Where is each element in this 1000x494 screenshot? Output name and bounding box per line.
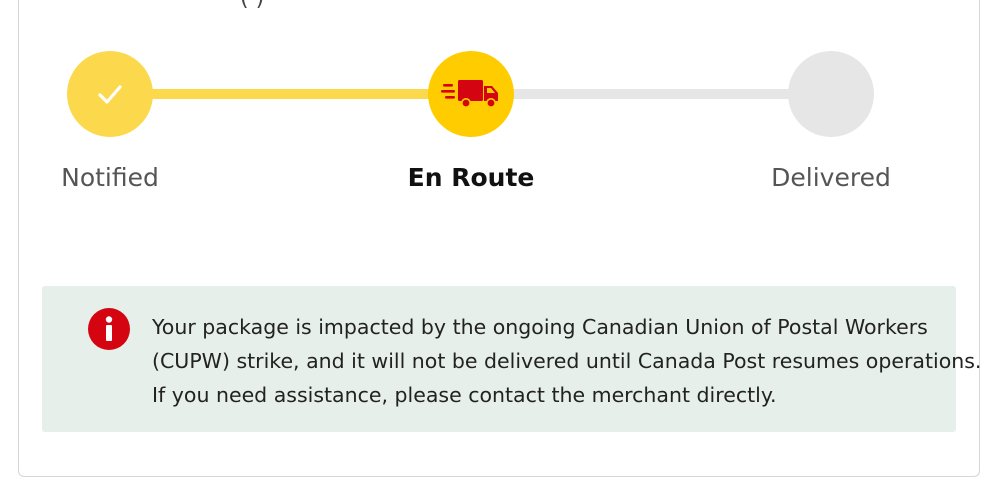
delivery-truck-icon (441, 80, 498, 108)
step-label-en-route: En Route (407, 163, 535, 192)
check-icon (98, 85, 122, 104)
progress-track-completed (110, 89, 472, 99)
step-label-delivered: Delivered (771, 163, 891, 192)
step-label-notified: Notified (61, 163, 159, 192)
progress-track-remaining (472, 89, 832, 99)
delivery-progress-tracker: Notified En Route Delivered (0, 0, 1000, 200)
step-notified-circle (67, 51, 153, 137)
alert-line: If you need assistance, please contact t… (152, 383, 777, 407)
step-en-route-circle (428, 51, 514, 137)
alert-line: (CUPW) strike, and it will not be delive… (152, 349, 982, 373)
alert-message: Your package is impacted by the ongoing … (152, 310, 982, 412)
alert-line: Your package is impacted by the ongoing … (152, 315, 928, 339)
info-icon (88, 308, 130, 350)
strike-alert-banner: Your package is impacted by the ongoing … (42, 286, 982, 432)
step-delivered-circle (788, 51, 874, 137)
